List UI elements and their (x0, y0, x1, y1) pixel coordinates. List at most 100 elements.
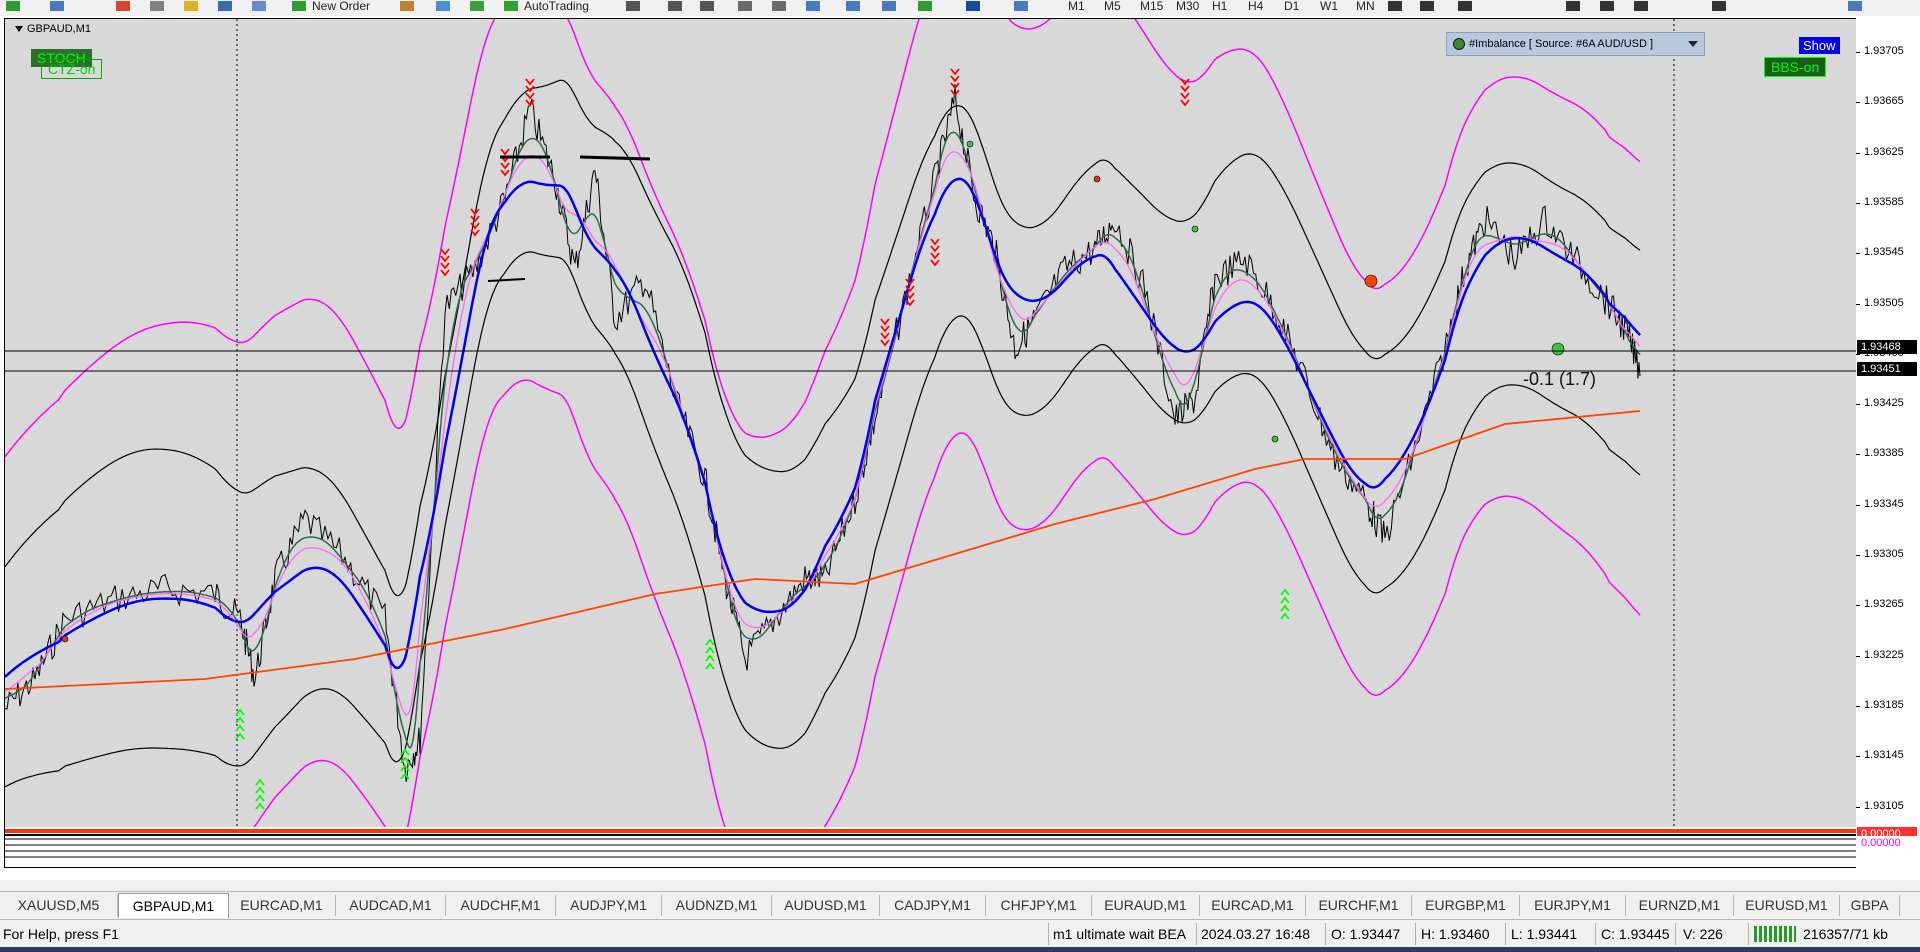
tab-eurgbp-m1[interactable]: EURGBP,M1 (1412, 895, 1520, 916)
templates-icon[interactable] (1014, 1, 1028, 11)
bar-chart-icon[interactable] (626, 1, 640, 11)
tile-windows-icon[interactable] (806, 1, 820, 11)
tab-audjpy-m1[interactable]: AUDJPY,M1 (556, 895, 662, 916)
status-open: O: 1.93447 (1331, 926, 1401, 942)
tab-gbpaud-m1[interactable]: GBPAUD,M1 (118, 893, 229, 918)
status-profile: m1 ultimate wait BEA (1053, 926, 1187, 942)
tab-eurcad-m1[interactable]: EURCAD,M1 (1200, 895, 1306, 916)
chart-title: GBPAUD,M1 (15, 23, 91, 35)
bbs-button[interactable]: BBS-on (1764, 57, 1827, 77)
show-button[interactable]: Show (1799, 37, 1840, 54)
tab-xauusd-m5[interactable]: XAUUSD,M5 (0, 895, 118, 916)
signal-dot (1551, 342, 1565, 356)
ctz-button[interactable]: CTZ-on (41, 59, 103, 79)
grid-lines (236, 19, 1675, 867)
down-arrow-icon (525, 92, 535, 100)
timeframe-mn[interactable]: MN (1356, 0, 1375, 12)
timeframe-m30[interactable]: M30 (1176, 0, 1199, 12)
tab-eurchf-m1[interactable]: EURCHF,M1 (1306, 895, 1412, 916)
favorites-icon[interactable] (184, 1, 198, 11)
profiles-icon[interactable] (50, 1, 64, 11)
auto-trading-icon[interactable] (504, 1, 518, 11)
imbalance-dropdown[interactable]: #Imbalance [ Source: #6A AUD/USD ] (1446, 32, 1705, 56)
tab-cadjpy-m1[interactable]: CADJPY,M1 (880, 895, 986, 916)
timeframe-m1[interactable]: M1 (1068, 0, 1085, 12)
chart-plot-area[interactable]: GBPAUD,M1 STOCH CTZ-on #Imbalance [ Sour… (4, 18, 1858, 868)
line-chart-icon[interactable] (700, 1, 714, 11)
tab-eurjpy-m1[interactable]: EURJPY,M1 (1520, 895, 1626, 916)
zoom-in-icon[interactable] (738, 1, 752, 11)
price-tick-mark (1856, 806, 1860, 808)
tab-audchf-m1[interactable]: AUDCHF,M1 (446, 895, 556, 916)
ask-price-label: 1.93468 (1857, 340, 1917, 354)
metaeditor-icon[interactable] (400, 1, 414, 11)
zoom-out-icon[interactable] (772, 1, 786, 11)
timeframe-h1[interactable]: H1 (1212, 0, 1227, 12)
market-watch-icon[interactable] (116, 1, 130, 11)
price-tick-label: 1.93505 (1864, 296, 1904, 309)
tab-eurnzd-m1[interactable]: EURNZD,M1 (1626, 895, 1734, 916)
price-scale[interactable]: 1.93705 1.93665 1.93625 1.93585 1.93545 1.935… (1856, 16, 1920, 880)
new-chart-icon[interactable] (6, 1, 20, 11)
price-tick-label: 1.93705 (1864, 45, 1904, 57)
text-icon[interactable] (1600, 1, 1614, 11)
timeframe-w1[interactable]: W1 (1320, 0, 1338, 12)
status-traffic: 216357/71 kb (1803, 926, 1888, 942)
timeframe-h4[interactable]: H4 (1248, 0, 1263, 12)
down-arrow-icon (500, 169, 510, 177)
arrow-icon[interactable] (1634, 1, 1648, 11)
tab-eurusd-m1[interactable]: EURUSD,M1 (1734, 895, 1840, 916)
autoscroll-icon[interactable] (882, 1, 896, 11)
tester-icon[interactable] (252, 1, 266, 11)
status-separator (1748, 923, 1749, 945)
tab-eurcad-m1[interactable]: EURCAD,M1 (228, 895, 336, 916)
settings-icon[interactable] (1848, 1, 1862, 11)
tab-audnzd-m1[interactable]: AUDNZD,M1 (662, 895, 772, 916)
up-arrow-icon (1280, 588, 1290, 596)
up-arrow-icon (705, 638, 715, 646)
trendline-icon[interactable] (1458, 1, 1472, 11)
tab-gbpa[interactable]: GBPA (1840, 895, 1900, 916)
tab-euraud-m1[interactable]: EURAUD,M1 (1092, 895, 1200, 916)
up-arrow-icon (705, 654, 715, 662)
down-arrow-icon (500, 162, 510, 170)
shapes-icon[interactable] (1712, 1, 1726, 11)
down-arrow-icon (880, 318, 890, 326)
down-arrow-icon (470, 229, 480, 237)
fibo-icon[interactable] (1566, 1, 1580, 11)
price-tick-label: 1.93665 (1864, 95, 1904, 108)
down-arrow-icon (1180, 85, 1190, 93)
chevron-down-icon[interactable] (1688, 41, 1698, 47)
signals-icon[interactable] (436, 1, 450, 11)
tab-audusd-m1[interactable]: AUDUSD,M1 (772, 895, 880, 916)
indicators-icon[interactable] (918, 1, 932, 11)
tab-chfjpy-m1[interactable]: CHFJPY,M1 (986, 895, 1092, 916)
chart-shift-icon[interactable] (846, 1, 860, 11)
cursor-icon[interactable] (1388, 1, 1402, 11)
price-tick-mark (1856, 404, 1860, 406)
price-tick-label: 1.93625 (1864, 145, 1904, 158)
timeframe-m15[interactable]: M15 (1140, 0, 1163, 12)
down-arrow-icon (880, 332, 890, 340)
crosshair-icon[interactable] (1420, 1, 1434, 11)
new-order-button[interactable]: New Order (312, 0, 370, 12)
chart-menu-icon[interactable] (15, 26, 23, 33)
periods-icon[interactable] (966, 1, 980, 11)
timeframe-m5[interactable]: M5 (1104, 0, 1121, 12)
up-arrow-icon (235, 724, 245, 732)
imbalance-label: #Imbalance [ Source: #6A AUD/USD ] (1469, 38, 1654, 50)
navigator-icon[interactable] (150, 1, 164, 11)
new-order-icon[interactable] (292, 1, 306, 11)
candle-chart-icon[interactable] (668, 1, 682, 11)
terminal-icon[interactable] (218, 1, 232, 11)
down-arrow-icon (500, 148, 510, 156)
timeframe-d1[interactable]: D1 (1284, 0, 1299, 12)
market-icon[interactable] (470, 1, 484, 11)
oscillator-strip (5, 827, 1857, 867)
down-arrow-icon (1180, 92, 1190, 100)
down-arrow-icon (930, 259, 940, 267)
ma-pink-series (5, 151, 1641, 716)
connection-bars-icon (1754, 926, 1796, 942)
auto-trading-button[interactable]: AutoTrading (524, 0, 589, 12)
tab-audcad-m1[interactable]: AUDCAD,M1 (336, 895, 446, 916)
